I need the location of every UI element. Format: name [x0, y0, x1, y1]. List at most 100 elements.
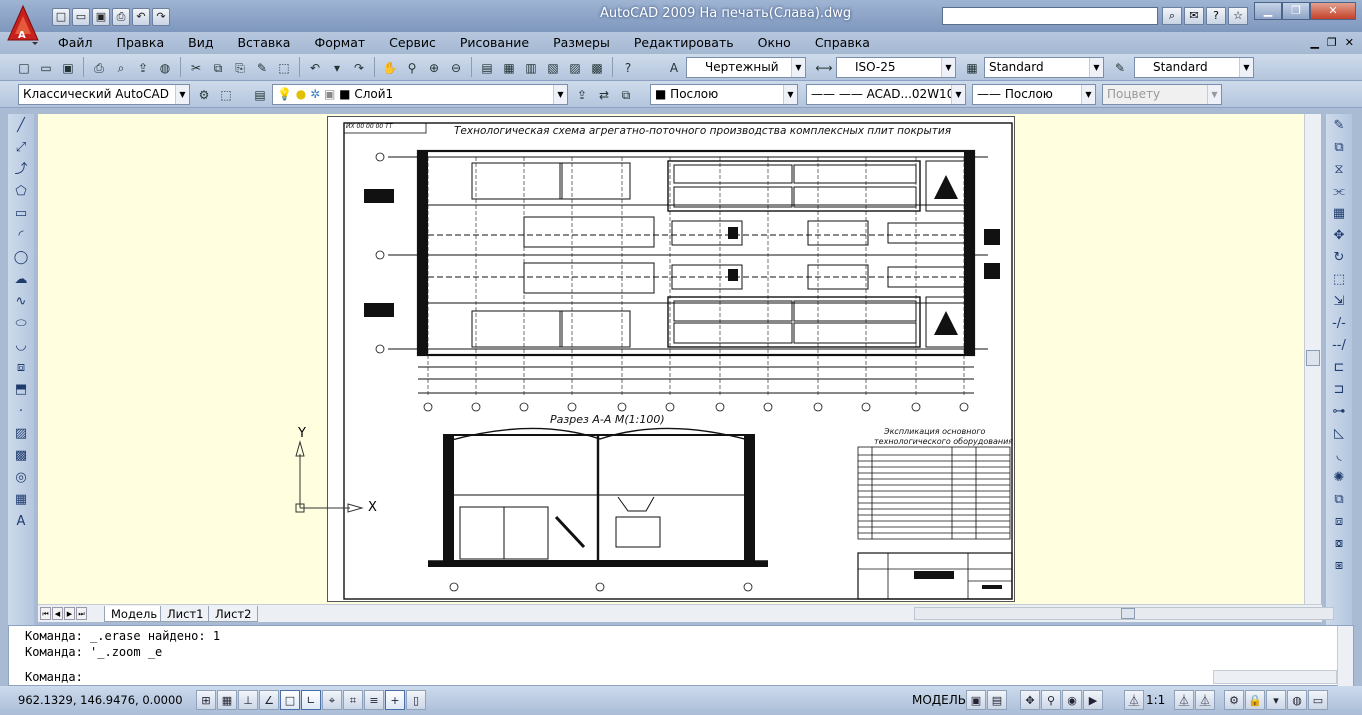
menu-item[interactable]: Файл — [58, 35, 105, 50]
zoom-previous-icon[interactable]: ⊖ — [446, 57, 466, 77]
object-snap-icon[interactable]: □ — [280, 690, 300, 710]
zoom-nav-icon[interactable]: ⚲ — [1041, 690, 1061, 710]
gradient-icon[interactable]: ▩ — [10, 446, 32, 466]
menu-item[interactable]: Размеры — [553, 35, 622, 50]
ortho-mode-icon[interactable]: ⊥ — [238, 690, 258, 710]
coordinates-readout[interactable]: 962.1329, 146.9476, 0.0000 — [18, 693, 183, 707]
linetype-select[interactable]: —— —— ACAD...02W10 ▼ — [806, 84, 966, 105]
trim-icon[interactable]: -/- — [1328, 314, 1350, 334]
doc-close-icon[interactable]: ✕ — [1345, 36, 1354, 49]
annotation-visibility-icon[interactable]: ⏅ — [1174, 690, 1194, 710]
markup-icon[interactable]: ▨ — [565, 57, 585, 77]
steering-wheel-icon[interactable]: ◉ — [1062, 690, 1082, 710]
menu-item[interactable]: Сервис — [389, 35, 448, 50]
menu-item[interactable]: Формат — [314, 35, 377, 50]
make-block-icon[interactable]: ⬒ — [10, 380, 32, 400]
print-icon[interactable]: ⎙ — [112, 8, 130, 26]
circle-icon[interactable]: ◯ — [10, 248, 32, 268]
new-icon[interactable]: □ — [52, 8, 70, 26]
clean-screen-icon[interactable]: ▭ — [1308, 690, 1328, 710]
command-window[interactable]: Команда: _.erase найдено: 1 Команда: '_.… — [8, 625, 1354, 686]
next-tab-icon[interactable]: ▶ — [64, 607, 75, 620]
block-editor-icon[interactable]: ⬚ — [274, 57, 294, 77]
grid-display-icon[interactable]: ▦ — [217, 690, 237, 710]
multiline-text-icon[interactable]: A — [10, 512, 32, 532]
table-style-icon[interactable]: ▦ — [962, 57, 982, 77]
search-input[interactable] — [942, 7, 1158, 25]
status-menu-icon[interactable]: ▾ — [1266, 690, 1286, 710]
construction-line-icon[interactable]: ⤢ — [10, 138, 32, 158]
first-tab-icon[interactable]: ⏮ — [40, 607, 51, 620]
workspace-switching-icon[interactable]: ⚙ — [1224, 690, 1244, 710]
polygon-icon[interactable]: ⬠ — [10, 182, 32, 202]
annotation-scale-value[interactable]: 1:1 — [1146, 693, 1165, 707]
pan-icon[interactable]: ✋ — [380, 57, 400, 77]
chamfer-icon[interactable]: ◺ — [1328, 424, 1350, 444]
dim-style-select[interactable]: ISO-25 ▼ — [836, 57, 956, 78]
selection-cycling-icon[interactable]: ▯ — [406, 690, 426, 710]
help-icon[interactable]: ? — [1206, 7, 1226, 25]
mleader-style-select[interactable]: Standard ▼ — [1134, 57, 1254, 78]
polar-tracking-icon[interactable]: ∠ — [259, 690, 279, 710]
doc-restore-icon[interactable]: ❐ — [1327, 36, 1337, 49]
pan-nav-icon[interactable]: ✥ — [1020, 690, 1040, 710]
publish-icon[interactable]: ⇪ — [133, 57, 153, 77]
mirror-icon[interactable]: ⧖ — [1328, 160, 1350, 180]
menu-item[interactable]: Вид — [188, 35, 225, 50]
extend-icon[interactable]: --/ — [1328, 336, 1350, 356]
command-prompt[interactable]: Команда: — [25, 670, 83, 684]
above-object-icon[interactable]: ⧆ — [1328, 556, 1350, 576]
tab-sheet1[interactable]: Лист1 — [160, 606, 211, 622]
auto-scale-icon[interactable]: ⏅ — [1195, 690, 1215, 710]
snap-mode-icon[interactable]: ⊞ — [196, 690, 216, 710]
layer-states-icon[interactable]: ⧉ — [616, 84, 636, 104]
communication-center-icon[interactable]: ✉ — [1184, 7, 1204, 25]
drawing-area[interactable]: ИХ 00 00 00 ТТ Технологическая схема агр… — [38, 114, 1304, 604]
join-icon[interactable]: ⊶ — [1328, 402, 1350, 422]
scale-icon[interactable]: ⬚ — [1328, 270, 1350, 290]
spline-icon[interactable]: ∿ — [10, 292, 32, 312]
calculator-icon[interactable]: ▩ — [587, 57, 607, 77]
prev-tab-icon[interactable]: ◀ — [52, 607, 63, 620]
undo-dropdown-icon[interactable]: ▾ — [327, 57, 347, 77]
last-tab-icon[interactable]: ⏭ — [76, 607, 87, 620]
polyline-icon[interactable]: ⤴ — [10, 160, 32, 180]
stretch-icon[interactable]: ⇲ — [1328, 292, 1350, 312]
save-file-icon[interactable]: ▣ — [58, 57, 78, 77]
make-current-layer-icon[interactable]: ⇪ — [572, 84, 592, 104]
table-style-select[interactable]: Standard ▼ — [984, 57, 1104, 78]
quick-view-drawings-icon[interactable]: ▤ — [987, 690, 1007, 710]
rectangle-icon[interactable]: ▭ — [10, 204, 32, 224]
sheet-set-icon[interactable]: ▧ — [543, 57, 563, 77]
offset-icon[interactable]: ⫘ — [1328, 182, 1350, 202]
draw-order-icon[interactable]: ⧉ — [1328, 490, 1350, 510]
quick-view-layouts-icon[interactable]: ▣ — [966, 690, 986, 710]
workspace-settings-icon[interactable]: ⚙ — [194, 84, 214, 104]
open-icon[interactable]: ▭ — [72, 8, 90, 26]
break-icon[interactable]: ⊐ — [1328, 380, 1350, 400]
menu-item[interactable]: Вставка — [237, 35, 302, 50]
plot-icon[interactable]: ⎙ — [89, 57, 109, 77]
text-style-icon[interactable]: A — [664, 57, 684, 77]
dynamic-input-icon[interactable]: ⌗ — [343, 690, 363, 710]
help-tool-icon[interactable]: ? — [618, 57, 638, 77]
workspace-save-icon[interactable]: ⬚ — [216, 84, 236, 104]
object-snap-tracking-icon[interactable]: ∟ — [301, 690, 321, 710]
vertical-scrollbar[interactable] — [1304, 114, 1321, 604]
cut-icon[interactable]: ✂ — [186, 57, 206, 77]
autocad-logo-icon[interactable]: A — [6, 4, 40, 46]
isolate-objects-icon[interactable]: ◍ — [1287, 690, 1307, 710]
horizontal-scrollbar[interactable] — [914, 607, 1334, 620]
color-select[interactable]: ■ Послою ▼ — [650, 84, 798, 105]
insert-block-icon[interactable]: ⧈ — [10, 358, 32, 378]
command-scrollbar[interactable] — [1337, 626, 1353, 686]
undo-tool-icon[interactable]: ↶ — [305, 57, 325, 77]
line-icon[interactable]: ╱ — [10, 116, 32, 136]
copy-object-icon[interactable]: ⧉ — [1328, 138, 1350, 158]
layer-previous-icon[interactable]: ⇄ — [594, 84, 614, 104]
tool-palettes-icon[interactable]: ▥ — [521, 57, 541, 77]
zoom-window-icon[interactable]: ⊕ — [424, 57, 444, 77]
showmotion-icon[interactable]: ▶ — [1083, 690, 1103, 710]
lineweight-icon[interactable]: ≡ — [364, 690, 384, 710]
send-back-icon[interactable]: ⧇ — [1328, 534, 1350, 554]
